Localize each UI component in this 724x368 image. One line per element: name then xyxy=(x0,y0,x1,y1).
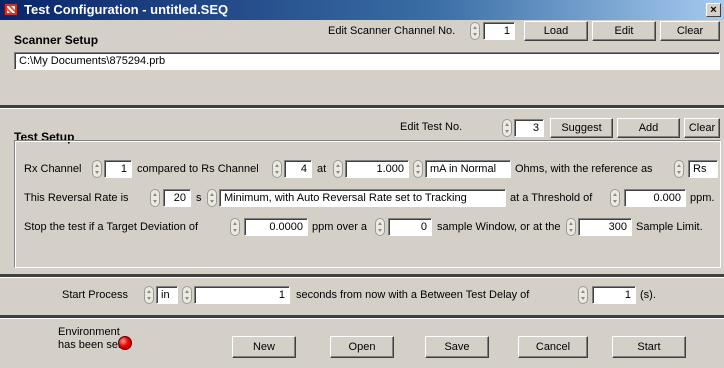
load-button[interactable]: Load xyxy=(524,21,588,41)
start-process-label: Start Process xyxy=(62,289,129,301)
current-input[interactable]: 1.000 xyxy=(345,160,409,178)
reversal-rate-spinner[interactable] xyxy=(150,189,160,207)
ppm-over-label: ppm over a xyxy=(312,221,368,233)
title-bar: Test Configuration - untitled.SEQ × xyxy=(0,0,724,20)
test-clear-button[interactable]: Clear xyxy=(684,118,720,138)
new-button[interactable]: New xyxy=(232,336,296,358)
start-seconds-spinner[interactable] xyxy=(182,286,192,304)
scanner-channel-label: Edit Scanner Channel No. xyxy=(328,25,456,37)
suggest-button[interactable]: Suggest xyxy=(550,118,613,138)
reversal-rate-input[interactable]: 20 xyxy=(163,189,191,207)
ohms-label: Ohms, with the reference as xyxy=(515,163,653,175)
current-mode-field[interactable]: mA in Normal xyxy=(425,160,511,178)
environment-label-line2: has been set xyxy=(58,339,121,351)
current-spinner[interactable] xyxy=(333,160,343,178)
start-seconds-input[interactable]: 1 xyxy=(194,286,290,304)
start-mode-input[interactable]: in xyxy=(156,286,178,304)
rs-channel-input[interactable]: 4 xyxy=(284,160,312,178)
scanner-clear-button[interactable]: Clear xyxy=(660,21,720,41)
window-title: Test Configuration - untitled.SEQ xyxy=(24,2,229,17)
limit-spinner[interactable] xyxy=(566,218,576,236)
deviation-input[interactable]: 0.0000 xyxy=(244,218,308,236)
start-button[interactable]: Start xyxy=(612,336,686,358)
reversal-mode-field[interactable]: Minimum, with Auto Reversal Rate set to … xyxy=(219,189,506,207)
open-button[interactable]: Open xyxy=(330,336,394,358)
compared-label: compared to Rs Channel xyxy=(137,163,259,175)
section-divider xyxy=(0,315,724,319)
add-button[interactable]: Add xyxy=(617,118,680,138)
window-spinner[interactable] xyxy=(375,218,385,236)
threshold-label: at a Threshold of xyxy=(510,192,593,204)
delay-unit-label: (s). xyxy=(640,289,656,301)
rx-channel-spinner[interactable] xyxy=(92,160,102,178)
section-divider xyxy=(0,105,724,109)
rx-channel-label: Rx Channel xyxy=(24,163,82,175)
deviation-spinner[interactable] xyxy=(230,218,240,236)
section-divider xyxy=(0,274,724,278)
sample-window-label: sample Window, or at the xyxy=(437,221,561,233)
edit-button[interactable]: Edit xyxy=(592,21,656,41)
reversal-rate-label: This Reversal Rate is xyxy=(24,192,129,204)
scanner-channel-input[interactable]: 1 xyxy=(483,22,515,40)
scanner-file-path-field[interactable]: C:\My Documents\875294.prb xyxy=(14,52,720,70)
test-number-input[interactable]: 3 xyxy=(514,119,544,137)
between-delay-label: seconds from now with a Between Test Del… xyxy=(296,289,530,301)
rs-channel-spinner[interactable] xyxy=(272,160,282,178)
sample-limit-input[interactable]: 300 xyxy=(578,218,632,236)
sample-limit-label: Sample Limit. xyxy=(636,221,703,233)
ppm-unit-label: ppm. xyxy=(690,192,715,204)
test-number-spinner[interactable] xyxy=(502,119,512,137)
stop-condition-label: Stop the test if a Target Deviation of xyxy=(24,221,199,233)
reference-input[interactable]: Rs xyxy=(688,160,718,178)
scanner-setup-heading: Scanner Setup xyxy=(14,33,99,47)
delay-spinner[interactable] xyxy=(578,286,588,304)
at-label: at xyxy=(317,163,327,175)
start-mode-spinner[interactable] xyxy=(144,286,154,304)
cancel-button[interactable]: Cancel xyxy=(518,336,588,358)
mode-spinner[interactable] xyxy=(413,160,423,178)
seconds-unit-label: s xyxy=(196,192,202,204)
threshold-spinner[interactable] xyxy=(610,189,620,207)
app-icon xyxy=(4,3,18,16)
delay-input[interactable]: 1 xyxy=(592,286,636,304)
rx-channel-input[interactable]: 1 xyxy=(104,160,132,178)
save-button[interactable]: Save xyxy=(425,336,489,358)
environment-status-led-icon xyxy=(118,336,132,350)
sample-window-input[interactable]: 0 xyxy=(388,218,432,236)
environment-label-line1: Environment xyxy=(58,326,120,338)
close-button[interactable]: × xyxy=(706,3,721,17)
reference-spinner[interactable] xyxy=(674,160,684,178)
scanner-channel-spinner[interactable] xyxy=(470,22,480,40)
threshold-input[interactable]: 0.000 xyxy=(624,189,686,207)
reversal-mode-spinner[interactable] xyxy=(207,189,217,207)
test-number-label: Edit Test No. xyxy=(400,121,463,133)
